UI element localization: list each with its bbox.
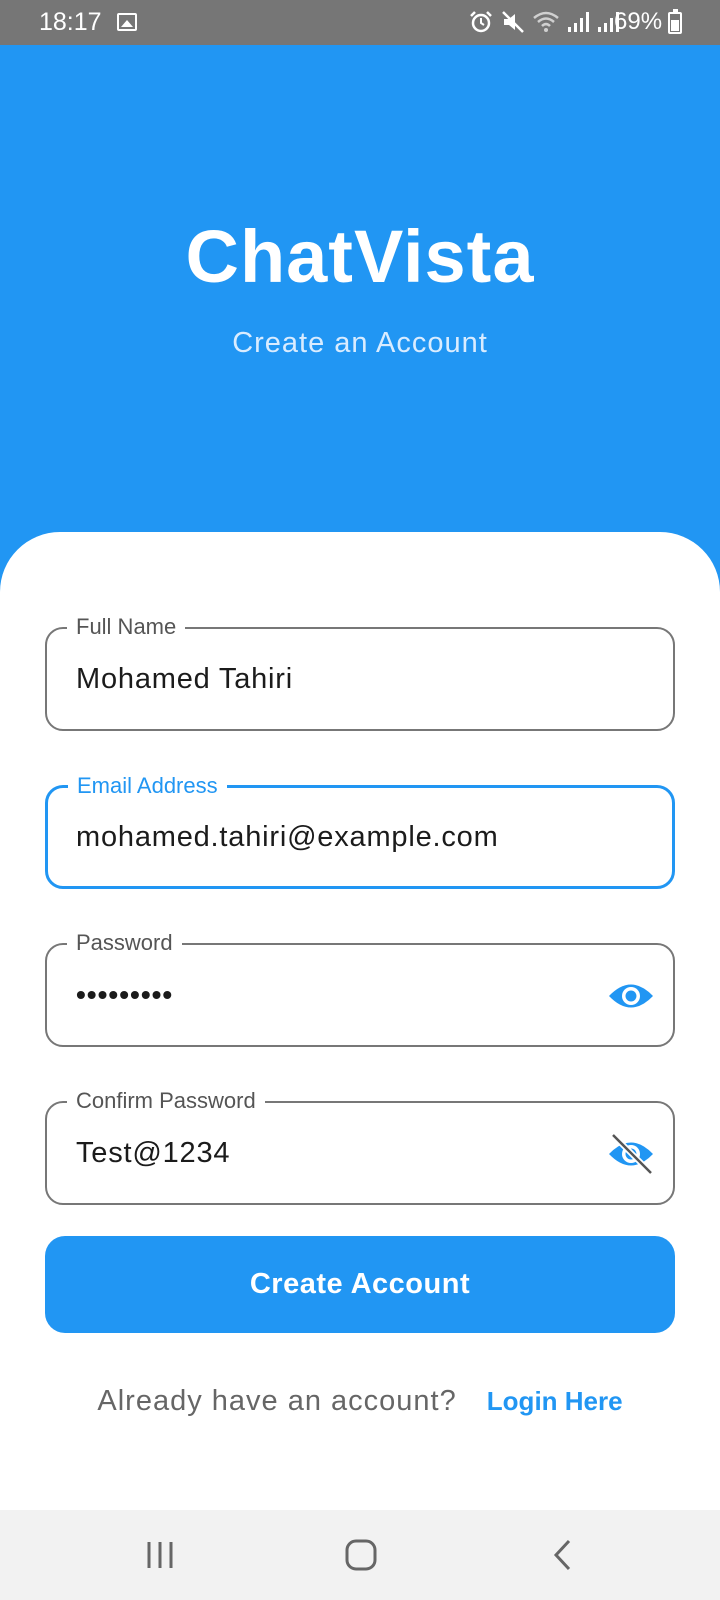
- home-icon: [345, 1539, 377, 1571]
- status-time: 18:17: [39, 8, 102, 36]
- status-bar: 18:17 69%: [0, 0, 720, 45]
- back-icon: [553, 1539, 571, 1571]
- login-link[interactable]: Login Here: [487, 1386, 623, 1416]
- eye-icon[interactable]: [607, 975, 655, 1017]
- status-icons: [468, 9, 620, 35]
- image-notification-icon: [117, 13, 137, 31]
- back-button[interactable]: [533, 1530, 593, 1580]
- create-account-button[interactable]: Create Account: [45, 1236, 675, 1333]
- confirm-password-input[interactable]: Test@1234: [76, 1137, 606, 1170]
- battery-percent: 69%: [614, 8, 663, 35]
- recent-apps-button[interactable]: [130, 1530, 190, 1580]
- alarm-icon: [470, 11, 492, 33]
- email-field[interactable]: Email Address mohamed.tahiri@example.com: [45, 773, 675, 889]
- battery-icon: [668, 9, 682, 34]
- signal-icon-1: [568, 12, 589, 32]
- mute-icon: [502, 11, 524, 33]
- full-name-input[interactable]: Mohamed Tahiri: [76, 663, 606, 696]
- header: [0, 45, 720, 605]
- email-label: Email Address: [68, 773, 227, 799]
- confirm-password-label: Confirm Password: [67, 1088, 265, 1114]
- full-name-field[interactable]: Full Name Mohamed Tahiri: [45, 614, 675, 731]
- wifi-icon: [533, 11, 559, 32]
- recent-apps-icon: [147, 1542, 173, 1568]
- app-title: ChatVista: [185, 215, 535, 298]
- password-field[interactable]: Password •••••••••: [45, 930, 675, 1047]
- login-row: Already have an account? Login Here: [0, 1385, 720, 1418]
- full-name-label: Full Name: [67, 614, 186, 640]
- password-input[interactable]: •••••••••: [76, 979, 606, 1011]
- page-subtitle: Create an Account: [232, 327, 488, 359]
- login-prompt: Already have an account?: [97, 1385, 457, 1417]
- home-button[interactable]: [331, 1530, 391, 1580]
- navigation-bar: [0, 1510, 720, 1600]
- confirm-password-field[interactable]: Confirm Password Test@1234: [45, 1088, 675, 1205]
- eye-off-icon[interactable]: [607, 1133, 655, 1175]
- email-input[interactable]: mohamed.tahiri@example.com: [76, 821, 606, 854]
- password-label: Password: [67, 930, 182, 956]
